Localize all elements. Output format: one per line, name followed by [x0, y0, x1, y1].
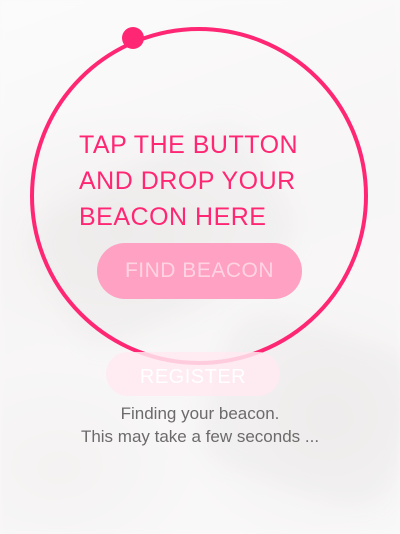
instruction-line-1: TAP THE BUTTON — [79, 131, 299, 159]
register-button[interactable]: REGISTER — [106, 352, 280, 396]
drop-beacon-instruction: TAP THE BUTTON AND DROP YOUR BEACON HERE — [79, 127, 339, 235]
find-beacon-button[interactable]: FIND BEACON — [97, 243, 302, 299]
status-line-1: Finding your beacon. — [120, 404, 280, 423]
instruction-line-3: BEACON HERE — [79, 203, 267, 231]
finding-status-message: Finding your beacon. This may take a few… — [0, 402, 400, 448]
ring-progress-dot-icon — [122, 27, 144, 49]
register-button-label: REGISTER — [139, 365, 247, 388]
instruction-line-2: AND DROP YOUR — [79, 167, 296, 195]
status-line-2: This may take a few seconds ... — [80, 427, 320, 446]
